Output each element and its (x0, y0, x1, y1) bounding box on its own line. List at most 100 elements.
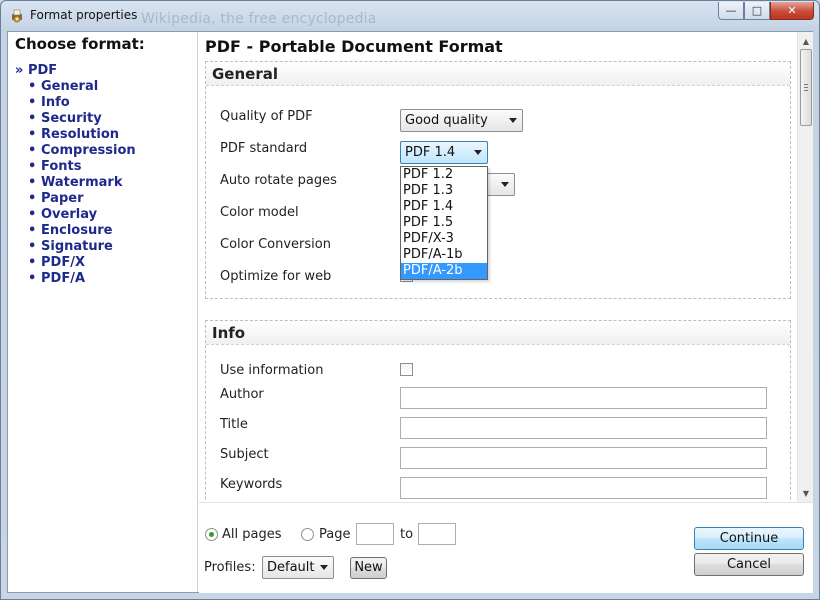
standard-dropdown-list: PDF 1.2 PDF 1.3 PDF 1.4 PDF 1.5 PDF/X-3 … (400, 166, 488, 280)
scroll-up-arrow-icon[interactable]: ▲ (798, 33, 814, 49)
keywords-field[interactable] (400, 477, 767, 499)
all-pages-radio[interactable] (205, 528, 218, 541)
vertical-scrollbar[interactable]: ▲ ▼ (797, 32, 813, 502)
nav-sublist: • General • Info • Security • Resolution • Co… (28, 79, 136, 287)
standard-value: PDF 1.4 (405, 145, 456, 160)
nav-item-pdf-a[interactable]: • PDF/A (28, 271, 136, 287)
nav-heading: Choose format: (15, 35, 145, 53)
nav-item-label: Enclosure (41, 223, 113, 238)
bullet-icon: • (28, 271, 37, 286)
bullet-icon: • (28, 223, 37, 238)
bullet-icon: • (28, 159, 37, 174)
dropdown-option[interactable]: PDF 1.2 (401, 167, 487, 183)
subject-field[interactable] (400, 447, 767, 469)
dialog-client-area: Choose format: » PDF • General • Info • Sec… (7, 31, 813, 593)
all-pages-label[interactable]: All pages (222, 527, 282, 542)
nav-item-signature[interactable]: • Signature (28, 239, 136, 255)
nav-item-resolution[interactable]: • Resolution (28, 127, 136, 143)
bullet-icon: • (28, 239, 37, 254)
dropdown-option[interactable]: PDF/A-1b (401, 247, 487, 263)
bottom-panel: All pages Page to Profiles: Default New … (199, 502, 813, 593)
author-field[interactable] (400, 387, 767, 409)
nav-item-fonts[interactable]: • Fonts (28, 159, 136, 175)
auto-rotate-label: Auto rotate pages (220, 173, 337, 188)
minimize-button[interactable]: — (718, 2, 744, 20)
nav-item-label: Resolution (41, 127, 120, 142)
nav-item-pdf[interactable]: » PDF (15, 63, 57, 78)
nav-item-security[interactable]: • Security (28, 111, 136, 127)
page-to-field[interactable] (418, 523, 456, 545)
page-from-field[interactable] (356, 523, 394, 545)
bullet-icon: • (28, 207, 37, 222)
cancel-button[interactable]: Cancel (694, 553, 804, 576)
bullet-icon: • (28, 191, 37, 206)
new-profile-button[interactable]: New (350, 557, 387, 579)
title-bar[interactable]: Format properties Wikipedia, the free en… (1, 1, 819, 31)
close-button[interactable]: ✕ (770, 2, 814, 20)
nav-item-compression[interactable]: • Compression (28, 143, 136, 159)
color-conversion-label: Color Conversion (220, 237, 331, 252)
nav-item-label: Paper (41, 191, 84, 206)
grip-line (804, 87, 808, 88)
use-information-checkbox[interactable] (400, 363, 413, 376)
dropdown-option[interactable]: PDF 1.4 (401, 199, 487, 215)
nav-item-info[interactable]: • Info (28, 95, 136, 111)
continue-button[interactable]: Continue (694, 527, 804, 550)
page-title: PDF - Portable Document Format (205, 37, 503, 56)
nav-item-watermark[interactable]: • Watermark (28, 175, 136, 191)
subject-label: Subject (220, 447, 269, 462)
bullet-icon: • (28, 255, 37, 270)
author-label: Author (220, 387, 264, 402)
grip-line (804, 84, 808, 85)
nav-item-label: Overlay (41, 207, 98, 222)
nav-item-label: General (41, 79, 99, 94)
page-range-radio[interactable] (301, 528, 314, 541)
bullet-icon: • (28, 127, 37, 142)
format-properties-window: Format properties Wikipedia, the free en… (0, 0, 820, 600)
maximize-button[interactable]: □ (744, 2, 770, 20)
general-section-heading: General (206, 62, 790, 86)
window-controls: — □ ✕ (718, 2, 814, 20)
dropdown-option[interactable]: PDF 1.3 (401, 183, 487, 199)
nav-item-label: PDF/X (41, 255, 85, 270)
chevron-down-icon (509, 118, 517, 123)
nav-item-label: Security (41, 111, 102, 126)
chevron-down-icon (501, 182, 509, 187)
keywords-label: Keywords (220, 477, 283, 492)
nav-item-general[interactable]: • General (28, 79, 136, 95)
standard-select[interactable]: PDF 1.4 (400, 141, 488, 164)
dropdown-option-highlighted[interactable]: PDF/A-2b (401, 263, 487, 279)
grip-line (804, 90, 808, 91)
nav-item-overlay[interactable]: • Overlay (28, 207, 136, 223)
settings-panel: PDF - Portable Document Format General Q… (199, 32, 797, 502)
page-label[interactable]: Page (319, 527, 350, 542)
scrollbar-thumb[interactable] (800, 49, 812, 126)
nav-item-paper[interactable]: • Paper (28, 191, 136, 207)
bullet-icon: • (28, 175, 37, 190)
nav-item-label: Info (41, 95, 70, 110)
nav-item-label: Watermark (41, 175, 123, 190)
chevron-down-icon (320, 565, 328, 570)
profile-select[interactable]: Default (262, 556, 334, 579)
optimize-web-label: Optimize for web (220, 269, 332, 284)
quality-label: Quality of PDF (220, 109, 313, 124)
bullet-icon: • (28, 111, 37, 126)
nav-item-label: Signature (41, 239, 113, 254)
bullet-icon: • (28, 79, 37, 94)
bullet-icon: • (28, 95, 37, 110)
quality-select[interactable]: Good quality (400, 109, 523, 132)
scroll-down-arrow-icon[interactable]: ▼ (798, 485, 814, 501)
dropdown-option[interactable]: PDF 1.5 (401, 215, 487, 231)
nav-item-label: PDF/A (41, 271, 86, 286)
title-field[interactable] (400, 417, 767, 439)
info-section: Info (205, 320, 791, 502)
dropdown-option[interactable]: PDF/X-3 (401, 231, 487, 247)
to-label: to (400, 527, 414, 542)
nav-item-pdf-x[interactable]: • PDF/X (28, 255, 136, 271)
bullet-icon: • (28, 143, 37, 158)
chevron-down-icon (474, 150, 482, 155)
nav-item-enclosure[interactable]: • Enclosure (28, 223, 136, 239)
nav-item-label: Fonts (41, 159, 82, 174)
nav-item-label: Compression (41, 143, 136, 158)
profiles-label: Profiles: (204, 560, 256, 575)
